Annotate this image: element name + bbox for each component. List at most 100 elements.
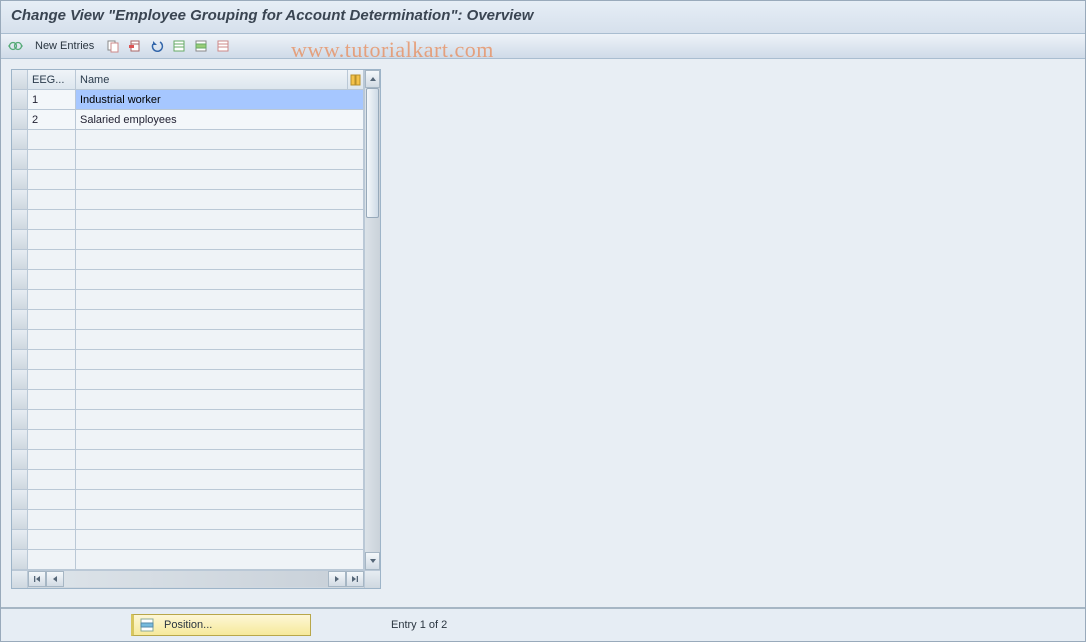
- cell-name-empty[interactable]: [76, 250, 364, 270]
- select-all-icon[interactable]: [170, 37, 188, 55]
- cell-name-empty[interactable]: [76, 530, 364, 550]
- row-selector[interactable]: [12, 390, 28, 410]
- cell-eeg-empty[interactable]: [28, 530, 76, 550]
- scroll-last-button[interactable]: [346, 571, 364, 587]
- row-selector[interactable]: [12, 330, 28, 350]
- cell-name-empty[interactable]: [76, 450, 364, 470]
- cell-name-empty[interactable]: [76, 410, 364, 430]
- cell-eeg-empty[interactable]: [28, 250, 76, 270]
- deselect-all-icon[interactable]: [214, 37, 232, 55]
- position-button-label: Position...: [164, 619, 212, 631]
- cell-eeg-empty[interactable]: [28, 130, 76, 150]
- row-selector[interactable]: [12, 530, 28, 550]
- table-corner-select-all[interactable]: [12, 70, 28, 90]
- cell-eeg-empty[interactable]: [28, 350, 76, 370]
- scroll-right-button[interactable]: [328, 571, 346, 587]
- scroll-track-horizontal[interactable]: [64, 571, 328, 587]
- cell-eeg-empty[interactable]: [28, 390, 76, 410]
- cell-name-empty[interactable]: [76, 290, 364, 310]
- cell-name-empty[interactable]: [76, 430, 364, 450]
- row-selector[interactable]: [12, 350, 28, 370]
- row-selector[interactable]: [12, 550, 28, 570]
- new-entries-button[interactable]: New Entries: [29, 38, 100, 54]
- scroll-track-vertical[interactable]: [365, 88, 380, 552]
- row-selector[interactable]: [12, 90, 28, 110]
- title-bar: Change View "Employee Grouping for Accou…: [1, 1, 1085, 34]
- cell-eeg-empty[interactable]: [28, 490, 76, 510]
- cell-eeg[interactable]: 1: [28, 90, 76, 110]
- cell-eeg-empty[interactable]: [28, 230, 76, 250]
- row-selector[interactable]: [12, 250, 28, 270]
- row-selector[interactable]: [12, 110, 28, 130]
- entry-status-text: Entry 1 of 2: [391, 619, 447, 631]
- position-button[interactable]: Position...: [131, 614, 311, 636]
- cell-eeg-empty[interactable]: [28, 290, 76, 310]
- configure-columns-icon[interactable]: [347, 70, 363, 90]
- cell-name-empty[interactable]: [76, 510, 364, 530]
- cell-name-empty[interactable]: [76, 130, 364, 150]
- row-selector[interactable]: [12, 190, 28, 210]
- cell-eeg-empty[interactable]: [28, 150, 76, 170]
- cell-name-empty[interactable]: [76, 470, 364, 490]
- scroll-thumb-vertical[interactable]: [366, 88, 379, 218]
- column-header-eeg[interactable]: EEG...: [28, 70, 76, 90]
- cell-eeg-empty[interactable]: [28, 210, 76, 230]
- cell-name[interactable]: Industrial worker: [76, 90, 364, 110]
- scroll-left-button[interactable]: [46, 571, 64, 587]
- cell-name-empty[interactable]: [76, 190, 364, 210]
- cell-eeg-empty[interactable]: [28, 310, 76, 330]
- row-selector[interactable]: [12, 210, 28, 230]
- scroll-up-button[interactable]: [365, 70, 380, 88]
- cell-name-empty[interactable]: [76, 490, 364, 510]
- cell-name-empty[interactable]: [76, 270, 364, 290]
- cell-name-empty[interactable]: [76, 330, 364, 350]
- cell-eeg-empty[interactable]: [28, 470, 76, 490]
- row-selector[interactable]: [12, 430, 28, 450]
- cell-eeg-empty[interactable]: [28, 450, 76, 470]
- cell-eeg-empty[interactable]: [28, 410, 76, 430]
- delete-icon[interactable]: [126, 37, 144, 55]
- row-selector[interactable]: [12, 130, 28, 150]
- vertical-scrollbar[interactable]: [364, 70, 380, 570]
- cell-eeg-empty[interactable]: [28, 270, 76, 290]
- cell-name-empty[interactable]: [76, 230, 364, 250]
- row-selector[interactable]: [12, 470, 28, 490]
- undo-change-icon[interactable]: [148, 37, 166, 55]
- cell-name-empty[interactable]: [76, 170, 364, 190]
- cell-name-empty[interactable]: [76, 210, 364, 230]
- row-selector[interactable]: [12, 290, 28, 310]
- column-header-name[interactable]: Name: [76, 70, 364, 90]
- cell-eeg[interactable]: 2: [28, 110, 76, 130]
- cell-eeg-empty[interactable]: [28, 510, 76, 530]
- cell-name[interactable]: Salaried employees: [76, 110, 364, 130]
- row-selector[interactable]: [12, 270, 28, 290]
- page-title: Change View "Employee Grouping for Accou…: [11, 7, 1075, 24]
- cell-name-empty[interactable]: [76, 550, 364, 570]
- cell-name-empty[interactable]: [76, 150, 364, 170]
- scroll-down-button[interactable]: [365, 552, 380, 570]
- row-selector[interactable]: [12, 150, 28, 170]
- cell-eeg-empty[interactable]: [28, 370, 76, 390]
- cell-eeg-empty[interactable]: [28, 550, 76, 570]
- cell-name-empty[interactable]: [76, 350, 364, 370]
- scroll-first-button[interactable]: [28, 571, 46, 587]
- row-selector[interactable]: [12, 310, 28, 330]
- cell-eeg-empty[interactable]: [28, 170, 76, 190]
- copy-as-icon[interactable]: [104, 37, 122, 55]
- cell-eeg-empty[interactable]: [28, 430, 76, 450]
- row-selector[interactable]: [12, 410, 28, 430]
- cell-eeg-empty[interactable]: [28, 330, 76, 350]
- toggle-display-change-icon[interactable]: [7, 37, 25, 55]
- cell-name-empty[interactable]: [76, 390, 364, 410]
- row-selector[interactable]: [12, 230, 28, 250]
- row-selector[interactable]: [12, 370, 28, 390]
- row-selector[interactable]: [12, 510, 28, 530]
- cell-name-empty[interactable]: [76, 310, 364, 330]
- row-selector[interactable]: [12, 450, 28, 470]
- horizontal-scrollbar[interactable]: [12, 570, 380, 588]
- select-block-icon[interactable]: [192, 37, 210, 55]
- row-selector[interactable]: [12, 490, 28, 510]
- row-selector[interactable]: [12, 170, 28, 190]
- cell-eeg-empty[interactable]: [28, 190, 76, 210]
- cell-name-empty[interactable]: [76, 370, 364, 390]
